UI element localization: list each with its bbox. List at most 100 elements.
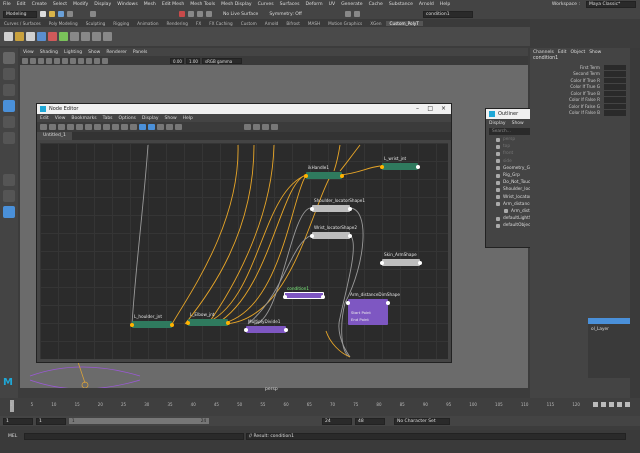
- menu-generate[interactable]: Generate: [338, 2, 365, 7]
- menu-uv[interactable]: UV: [326, 2, 339, 7]
- ne-swatches-icon[interactable]: [139, 124, 146, 130]
- output-plug[interactable]: [284, 327, 288, 332]
- menu-cache[interactable]: Cache: [366, 2, 386, 7]
- ne-tab-untitled[interactable]: Untitled_1: [37, 132, 72, 140]
- node-multiply-divide[interactable]: MultiplyDivide1: [244, 319, 288, 333]
- channel-value-field[interactable]: [604, 77, 626, 83]
- shelf-tab-animation[interactable]: Animation: [133, 21, 162, 26]
- shelf-tab-motion-graphics[interactable]: Motion Graphics: [324, 21, 366, 26]
- ne-menu-edit[interactable]: Edit: [37, 116, 52, 121]
- menu-file[interactable]: File: [0, 2, 14, 7]
- shelf-hist-icon[interactable]: [4, 32, 13, 41]
- ne-pin-icon[interactable]: [244, 124, 251, 130]
- output-plug[interactable]: [386, 300, 390, 305]
- outliner-menu-show[interactable]: Show: [509, 121, 527, 126]
- menu-edit-mesh[interactable]: Edit Mesh: [159, 2, 187, 7]
- ne-clear-icon[interactable]: [67, 124, 74, 130]
- outliner-menu-display[interactable]: Display: [486, 121, 509, 126]
- menu-mesh[interactable]: Mesh: [141, 2, 159, 7]
- undo-icon[interactable]: [67, 11, 73, 17]
- ne-menu-display[interactable]: Display: [139, 116, 162, 121]
- output-plug[interactable]: [321, 294, 325, 299]
- ne-layout-icon[interactable]: [94, 124, 101, 130]
- ne-menu-options[interactable]: Options: [116, 116, 139, 121]
- shelf-tab-custom-polyt[interactable]: Custom_PolyT: [385, 20, 423, 26]
- output-plug[interactable]: [340, 173, 344, 178]
- maximize-icon[interactable]: □: [427, 105, 433, 112]
- shelf-tab-fx[interactable]: FX: [192, 21, 205, 26]
- channel-value-field[interactable]: [604, 64, 626, 70]
- shelf-tab-bifrost[interactable]: Bifrost: [282, 21, 304, 26]
- mode-select[interactable]: Modeling: [3, 10, 37, 18]
- channel-row[interactable]: Color If False B: [530, 110, 630, 117]
- ne-focus-icon[interactable]: [262, 124, 269, 130]
- shelf-tab-sculpting[interactable]: Sculpting: [82, 21, 110, 26]
- color-space-select[interactable]: sRGB gamma: [202, 57, 242, 64]
- menu-surfaces[interactable]: Surfaces: [277, 2, 303, 7]
- shelf-bridge-icon[interactable]: [81, 32, 90, 41]
- magnet-snap-icon[interactable]: [179, 11, 185, 17]
- input-plug[interactable]: [283, 294, 287, 299]
- end-frame-field[interactable]: 48: [355, 417, 385, 425]
- vp-bookmark-icon[interactable]: [30, 57, 36, 64]
- vp-menu-panels[interactable]: Panels: [130, 50, 150, 55]
- ne-menu-show[interactable]: Show: [162, 116, 180, 121]
- open-scene-icon[interactable]: [49, 11, 55, 17]
- render-icon[interactable]: [344, 11, 351, 17]
- menu-curves[interactable]: Curves: [255, 2, 277, 7]
- shelf-bevel-icon[interactable]: [92, 32, 101, 41]
- node-l-wrist-jnt[interactable]: L_wrist_jnt: [380, 156, 420, 170]
- port-start-point[interactable]: Start Point: [351, 310, 371, 315]
- node-wrist-locator-shape[interactable]: Wrist_locatorShape2: [310, 225, 357, 239]
- ne-frame-icon[interactable]: [271, 124, 278, 130]
- menu-substance[interactable]: Substance: [386, 2, 416, 7]
- layer-label[interactable]: ol_Layer: [588, 324, 630, 335]
- node-condition[interactable]: condition1: [283, 286, 325, 299]
- vp-isolate-icon[interactable]: [102, 57, 108, 64]
- input-plug[interactable]: [186, 320, 190, 325]
- rotate-tool-icon[interactable]: [3, 116, 15, 128]
- ne-simple-mode-icon[interactable]: [103, 124, 110, 130]
- snap-grid-icon[interactable]: [188, 11, 194, 17]
- live-surface-label[interactable]: No Live Surface: [223, 12, 258, 17]
- ne-menu-bookmarks[interactable]: Bookmarks: [68, 116, 99, 121]
- lasso-tool-icon[interactable]: [3, 68, 15, 80]
- vp-menu-lighting[interactable]: Lighting: [61, 50, 85, 55]
- step-back-icon[interactable]: [601, 402, 606, 407]
- vp-smooth-shade-icon[interactable]: [62, 57, 68, 64]
- menu-arnold[interactable]: Arnold: [416, 2, 437, 7]
- layout-four-icon[interactable]: [3, 190, 15, 202]
- ne-menu-help[interactable]: Help: [180, 116, 196, 121]
- ne-custom-mode-icon[interactable]: [130, 124, 137, 130]
- output-plug[interactable]: [348, 206, 352, 211]
- gamma-field[interactable]: 1.00: [186, 57, 200, 64]
- vp-camera-icon[interactable]: [22, 57, 28, 64]
- ne-menu-tabs[interactable]: Tabs: [100, 116, 116, 121]
- select-mode-icon[interactable]: [90, 11, 96, 17]
- channel-value-field[interactable]: [604, 97, 626, 103]
- ne-graph-io-icon[interactable]: [49, 124, 56, 130]
- ne-graph-input-icon[interactable]: [40, 124, 47, 130]
- range-end-field[interactable]: 24: [322, 417, 352, 425]
- vp-shadows-icon[interactable]: [86, 57, 92, 64]
- input-plug[interactable]: [346, 300, 350, 305]
- character-set-select[interactable]: No Character Set: [394, 417, 450, 425]
- channel-menu-object[interactable]: Object: [571, 50, 586, 55]
- menu-modify[interactable]: Modify: [70, 2, 91, 7]
- shelf-mirror-icon[interactable]: [37, 32, 46, 41]
- shelf-merge-icon[interactable]: [103, 32, 112, 41]
- ne-connected-mode-icon[interactable]: [112, 124, 119, 130]
- shelf-tab-custom[interactable]: Custom: [237, 21, 261, 26]
- paint-select-icon[interactable]: [3, 84, 15, 96]
- output-plug[interactable]: [416, 164, 420, 169]
- shelf-tab-rendering[interactable]: Rendering: [163, 21, 192, 26]
- node-l-shoulder-jnt[interactable]: L_houlder_jnt: [130, 314, 174, 328]
- shelf-separate-icon[interactable]: [59, 32, 68, 41]
- vp-xray-icon[interactable]: [94, 57, 100, 64]
- shelf-combine-icon[interactable]: [48, 32, 57, 41]
- input-plug[interactable]: [310, 206, 314, 211]
- input-plug[interactable]: [310, 233, 314, 238]
- shelf-center-pivot-icon[interactable]: [26, 32, 35, 41]
- menu-help[interactable]: Help: [437, 2, 453, 7]
- channel-menu-edit[interactable]: Edit: [558, 50, 567, 55]
